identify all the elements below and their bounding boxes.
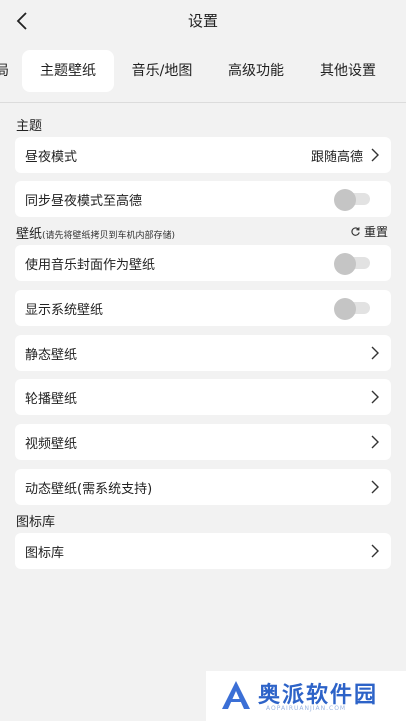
- carousel-wallpaper-row[interactable]: 轮播壁纸: [15, 379, 391, 415]
- sync-day-night-toggle[interactable]: [334, 189, 372, 211]
- watermark-logo-icon: [222, 681, 250, 709]
- video-wallpaper-label: 视频壁纸: [25, 437, 78, 452]
- day-night-mode-row[interactable]: 昼夜模式 跟随高德: [15, 137, 391, 173]
- music-cover-wallpaper-label: 使用音乐封面作为壁纸: [25, 258, 156, 273]
- static-wallpaper-label: 静态壁纸: [25, 348, 78, 363]
- carousel-wallpaper-label: 轮播壁纸: [25, 392, 78, 407]
- chevron-right-icon: [371, 435, 379, 449]
- system-wallpaper-toggle[interactable]: [334, 298, 372, 320]
- page-title: 设置: [187, 12, 218, 30]
- sync-day-night-row: 同步昼夜模式至高德: [15, 181, 391, 217]
- chevron-right-icon: [371, 544, 379, 558]
- section-label-icon-library: 图标库: [16, 515, 56, 530]
- chevron-right-icon: [371, 480, 379, 494]
- tab-other-settings[interactable]: 其他设置: [308, 50, 388, 92]
- day-night-mode-label: 昼夜模式: [25, 150, 78, 165]
- tab-music-map[interactable]: 音乐/地图: [124, 50, 200, 92]
- static-wallpaper-row[interactable]: 静态壁纸: [15, 335, 391, 371]
- tab-advanced[interactable]: 高级功能: [216, 50, 296, 92]
- icon-library-label: 图标库: [25, 546, 65, 561]
- tab-divider: [0, 102, 406, 103]
- toggle-knob: [334, 298, 356, 320]
- tab-bar: 局 主题壁纸 音乐/地图 高级功能 其他设置: [0, 50, 406, 92]
- reset-button[interactable]: 重置: [350, 223, 388, 240]
- video-wallpaper-row[interactable]: 视频壁纸: [15, 424, 391, 460]
- day-night-mode-value: 跟随高德: [310, 150, 363, 165]
- icon-library-row[interactable]: 图标库: [15, 533, 391, 569]
- watermark: 奥派软件园 AOPAIRUANJIAN.COM: [206, 671, 406, 721]
- chevron-right-icon: [371, 148, 379, 162]
- tab-theme-wallpaper[interactable]: 主题壁纸: [22, 50, 114, 92]
- tab-layout[interactable]: 局: [0, 50, 12, 92]
- dynamic-wallpaper-label: 动态壁纸(需系统支持): [25, 482, 153, 497]
- top-bar: 设置: [0, 0, 406, 44]
- section-label-wallpaper: 壁纸(请先将壁纸拷贝到车机内部存储): [16, 223, 175, 242]
- toggle-knob: [334, 253, 356, 275]
- music-cover-wallpaper-toggle[interactable]: [334, 253, 372, 275]
- system-wallpaper-label: 显示系统壁纸: [25, 303, 104, 318]
- dynamic-wallpaper-row[interactable]: 动态壁纸(需系统支持): [15, 469, 391, 505]
- system-wallpaper-row: 显示系统壁纸: [15, 290, 391, 326]
- refresh-icon: [351, 227, 360, 236]
- reset-label: 重置: [363, 225, 388, 239]
- music-cover-wallpaper-row: 使用音乐封面作为壁纸: [15, 245, 391, 281]
- chevron-right-icon: [371, 346, 379, 360]
- section-label-theme: 主题: [16, 119, 43, 134]
- toggle-knob: [334, 189, 356, 211]
- wallpaper-section-title: 壁纸: [16, 227, 43, 242]
- chevron-right-icon: [371, 390, 379, 404]
- watermark-url: AOPAIRUANJIAN.COM: [266, 705, 347, 712]
- wallpaper-section-note: (请先将壁纸拷贝到车机内部存储): [42, 231, 176, 241]
- sync-day-night-label: 同步昼夜模式至高德: [25, 194, 143, 209]
